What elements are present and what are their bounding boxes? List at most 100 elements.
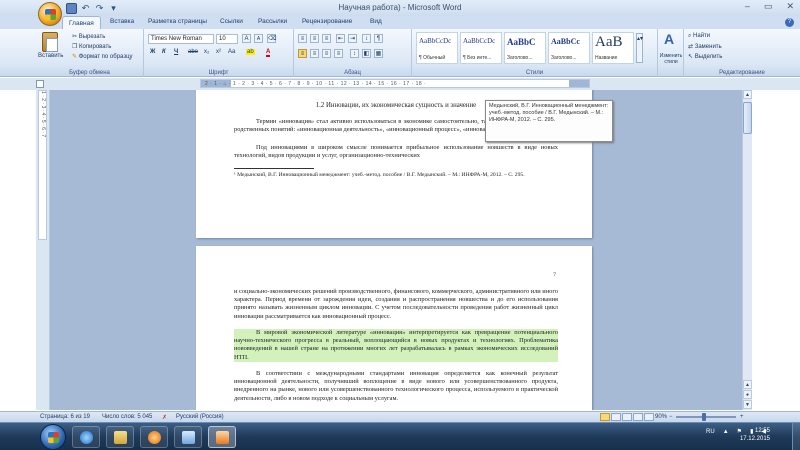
select-button[interactable]: ↖ Выделить bbox=[688, 53, 722, 60]
style-name: Название bbox=[595, 55, 618, 61]
tab-selector-icon[interactable] bbox=[36, 80, 44, 88]
align-right-icon[interactable]: ≡ bbox=[334, 49, 343, 58]
bold-button[interactable]: Ж bbox=[150, 49, 155, 55]
decrease-indent-icon[interactable]: ⇤ bbox=[336, 34, 345, 43]
zoom-slider-thumb[interactable] bbox=[702, 413, 706, 421]
shrink-font-button[interactable]: A bbox=[254, 34, 263, 43]
styles-scroll-icon[interactable]: ▴▾ bbox=[636, 33, 643, 63]
tab-home[interactable]: Главная bbox=[62, 16, 101, 29]
line-spacing-icon[interactable]: ↕ bbox=[350, 49, 359, 58]
document-workspace[interactable]: 1.2 Инновации, их экономическая сущность… bbox=[36, 90, 742, 410]
tray-expand-icon[interactable]: ▲ bbox=[723, 429, 729, 435]
style-sample: AaBbCcDc bbox=[463, 37, 496, 45]
prev-page-icon[interactable]: ▲ bbox=[743, 380, 752, 389]
show-desktop-button[interactable] bbox=[792, 423, 800, 450]
language-indicator-tray[interactable]: RU bbox=[706, 429, 715, 435]
browse-object-icon[interactable]: ● bbox=[743, 390, 752, 399]
bullets-icon[interactable]: ≡ bbox=[298, 34, 307, 43]
shading-icon[interactable]: ◧ bbox=[362, 49, 371, 58]
replace-button[interactable]: ⇄ Заменить bbox=[688, 43, 722, 50]
show-marks-button[interactable]: ¶ bbox=[374, 34, 383, 43]
close-button[interactable]: ✕ bbox=[786, 1, 794, 12]
zoom-slider[interactable] bbox=[676, 416, 736, 418]
paragraph-text: В мировой экономической литературе «инно… bbox=[234, 329, 558, 361]
strikethrough-button[interactable]: abe bbox=[188, 49, 198, 55]
ruler-marks: 2 · 1 · ⌂ · 1 · 2 · 3 · 4 · 5 · 6 · 7 · … bbox=[205, 81, 427, 87]
maximize-button[interactable]: ▭ bbox=[764, 1, 773, 12]
document-page[interactable]: 7 и социально-экономических решений прои… bbox=[196, 246, 592, 410]
next-page-icon[interactable]: ▼ bbox=[743, 400, 752, 409]
cut-button[interactable]: ✂ Вырезать bbox=[72, 33, 105, 40]
vertical-ruler[interactable]: 1 · 2 · 3 · 4 · 5 · 6 · 7 bbox=[36, 90, 50, 410]
font-group: Times New Roman 10 A A ⌫ Ж К Ч abe x₂ x²… bbox=[144, 29, 294, 77]
style-no-spacing[interactable]: AaBbCcDc ¶ Без инте... bbox=[460, 32, 502, 64]
font-size-select[interactable]: 10 bbox=[216, 34, 238, 44]
change-styles-icon[interactable]: A bbox=[664, 31, 674, 47]
taskbar-word[interactable] bbox=[208, 426, 236, 448]
grow-font-button[interactable]: A bbox=[242, 34, 251, 43]
style-title[interactable]: AaB Название bbox=[592, 32, 634, 64]
paste-button[interactable]: Вставить bbox=[38, 53, 63, 59]
web-layout-icon[interactable] bbox=[622, 413, 632, 421]
subscript-button[interactable]: x₂ bbox=[204, 49, 209, 55]
minimize-button[interactable]: – bbox=[745, 1, 750, 12]
multilevel-list-icon[interactable]: ≡ bbox=[322, 34, 331, 43]
underline-button[interactable]: Ч bbox=[174, 49, 178, 55]
zoom-level[interactable]: 90% bbox=[655, 414, 667, 420]
tab-references[interactable]: Ссылки bbox=[220, 18, 243, 25]
zoom-in-icon[interactable]: + bbox=[740, 414, 744, 420]
numbering-icon[interactable]: ≡ bbox=[310, 34, 319, 43]
start-button[interactable] bbox=[40, 424, 66, 450]
copy-button[interactable]: ❐ Копировать bbox=[72, 43, 111, 50]
style-normal[interactable]: AaBbCcDc ¶ Обычный bbox=[416, 32, 458, 64]
help-icon[interactable]: ? bbox=[785, 18, 794, 27]
print-layout-icon[interactable] bbox=[600, 413, 610, 421]
taskbar-ie[interactable] bbox=[72, 426, 100, 448]
window-controls: – ▭ ✕ bbox=[745, 1, 794, 12]
word-count[interactable]: Число слов: 5 045 bbox=[102, 414, 152, 420]
taskbar-explorer[interactable] bbox=[106, 426, 134, 448]
spellcheck-icon[interactable]: ✗ bbox=[162, 414, 167, 421]
brush-icon: ✎ bbox=[72, 54, 79, 60]
align-left-icon[interactable]: ≡ bbox=[310, 49, 319, 58]
tab-page-layout[interactable]: Разметка страницы bbox=[148, 18, 207, 25]
clock[interactable]: 12:55 17.12.2015 bbox=[740, 427, 770, 443]
find-button[interactable]: ⌕ Найти bbox=[688, 33, 710, 40]
superscript-button[interactable]: x² bbox=[216, 49, 221, 55]
sort-icon[interactable]: ↕ bbox=[362, 34, 371, 43]
borders-icon[interactable]: ▦ bbox=[374, 49, 383, 58]
increase-indent-icon[interactable]: ⇥ bbox=[348, 34, 357, 43]
scroll-thumb[interactable] bbox=[743, 102, 752, 134]
scroll-up-icon[interactable]: ▲ bbox=[743, 90, 752, 99]
outline-icon[interactable] bbox=[633, 413, 643, 421]
style-heading-1[interactable]: AaBbC Заголово... bbox=[504, 32, 546, 64]
zoom-out-icon[interactable]: − bbox=[669, 414, 673, 420]
highlight-button[interactable]: ab bbox=[246, 49, 255, 55]
page-counter[interactable]: Страница: 6 из 19 bbox=[40, 414, 90, 420]
font-color-button[interactable]: A bbox=[266, 49, 271, 57]
style-sample: AaBbCcDc bbox=[419, 37, 452, 45]
format-painter-button[interactable]: ✎ Формат по образцу bbox=[72, 53, 133, 60]
change-case-button[interactable]: Aa bbox=[228, 49, 235, 55]
tab-insert[interactable]: Вставка bbox=[110, 18, 134, 25]
clear-format-icon[interactable]: ⌫ bbox=[267, 34, 276, 43]
change-styles-button[interactable]: Изменить стили bbox=[656, 53, 686, 65]
tab-review[interactable]: Рецензирование bbox=[302, 18, 352, 25]
horizontal-ruler[interactable]: 2 · 1 · ⌂ · 1 · 2 · 3 · 4 · 5 · 6 · 7 · … bbox=[200, 79, 590, 88]
align-center-icon[interactable]: ≡ bbox=[322, 49, 331, 58]
font-name-select[interactable]: Times New Roman bbox=[148, 34, 214, 44]
draft-icon[interactable] bbox=[644, 413, 654, 421]
language-indicator[interactable]: Русский (Россия) bbox=[176, 414, 224, 420]
vertical-scrollbar[interactable]: ▲ ▲ ● ▼ bbox=[742, 90, 752, 410]
italic-button[interactable]: К bbox=[162, 49, 166, 55]
full-screen-reading-icon[interactable] bbox=[611, 413, 621, 421]
tab-view[interactable]: Вид bbox=[370, 18, 382, 25]
taskbar-media-player[interactable] bbox=[140, 426, 168, 448]
replace-icon: ⇄ bbox=[688, 44, 695, 50]
style-heading-2[interactable]: AaBbCc Заголово... bbox=[548, 32, 590, 64]
office-button[interactable] bbox=[38, 2, 62, 26]
taskbar-app[interactable] bbox=[174, 426, 202, 448]
paste-icon[interactable] bbox=[42, 32, 58, 52]
align-justify-icon[interactable]: ≡ bbox=[298, 49, 307, 58]
tab-mailings[interactable]: Рассылки bbox=[258, 18, 287, 25]
